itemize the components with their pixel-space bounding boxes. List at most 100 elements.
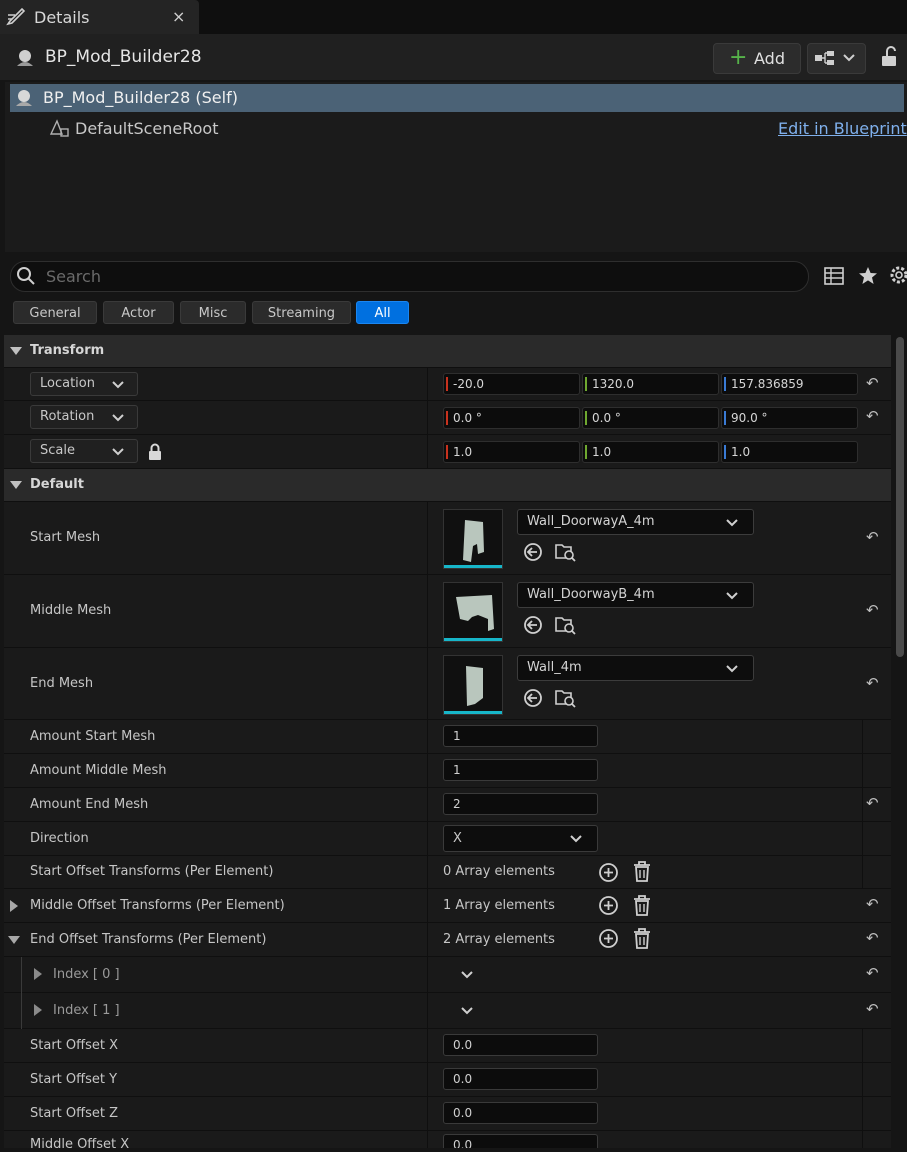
scale-y-field[interactable]: 1.0 xyxy=(582,441,719,463)
rotation-z-field[interactable]: 90.0 ° xyxy=(721,407,858,429)
wall-doorway-b-thumbnail-icon xyxy=(456,595,494,631)
expand-arrow-icon[interactable] xyxy=(34,1004,42,1016)
amount-start-row: Amount Start Mesh 1 xyxy=(4,720,891,754)
index-0-row[interactable]: Index [ 0 ] ↶ xyxy=(4,957,891,993)
category-actor[interactable]: Actor xyxy=(103,301,174,324)
lock-icon[interactable] xyxy=(147,443,163,461)
start-offset-z-field[interactable]: 0.0 xyxy=(443,1102,598,1124)
browse-icon[interactable] xyxy=(523,688,543,708)
end-mesh-dropdown[interactable]: Wall_4m xyxy=(517,655,754,681)
reset-column xyxy=(862,720,892,753)
tree-item-self[interactable]: BP_Mod_Builder28 (Self) xyxy=(10,84,904,112)
location-y-field[interactable]: 1320.0 xyxy=(582,373,719,395)
middle-offsets-row[interactable]: Middle Offset Transforms (Per Element) 1… xyxy=(4,889,891,923)
mesh-thumbnail[interactable] xyxy=(443,509,503,569)
section-transform[interactable]: Transform xyxy=(4,335,891,368)
middle-offset-x-field[interactable]: 0.0 xyxy=(443,1134,598,1148)
details-tab[interactable]: Details × xyxy=(0,0,199,34)
category-general[interactable]: General xyxy=(13,301,97,324)
trash-icon[interactable] xyxy=(633,861,651,882)
index-1-row[interactable]: Index [ 1 ] ↶ xyxy=(4,993,891,1029)
trash-icon[interactable] xyxy=(633,928,651,949)
thumbnail-underline xyxy=(444,638,502,641)
reset-icon[interactable]: ↶ xyxy=(866,929,879,947)
direction-dropdown[interactable]: X xyxy=(443,825,598,852)
rotation-row: Rotation 0.0 ° 0.0 ° 90.0 ° ↶ xyxy=(4,401,891,435)
tree-item-root[interactable]: DefaultSceneRoot xyxy=(75,119,219,138)
scale-dropdown[interactable]: Scale xyxy=(30,439,138,463)
direction-value: X xyxy=(453,831,462,846)
amount-middle-row: Amount Middle Mesh 1 xyxy=(4,754,891,788)
location-x-field[interactable]: -20.0 xyxy=(443,373,580,395)
expand-arrow-icon[interactable] xyxy=(34,968,42,980)
edit-in-blueprint-link[interactable]: Edit in Blueprint xyxy=(778,119,907,138)
reset-icon[interactable]: ↶ xyxy=(866,374,879,392)
add-element-icon[interactable] xyxy=(598,928,619,949)
start-offset-x-field[interactable]: 0.0 xyxy=(443,1034,598,1056)
category-streaming[interactable]: Streaming xyxy=(252,301,351,324)
scale-z-field[interactable]: 1.0 xyxy=(721,441,858,463)
reset-icon[interactable]: ↶ xyxy=(866,528,879,546)
mesh-thumbnail[interactable] xyxy=(443,655,503,715)
trash-icon[interactable] xyxy=(633,895,651,916)
category-all[interactable]: All xyxy=(356,301,409,324)
rotation-y-field[interactable]: 0.0 ° xyxy=(582,407,719,429)
find-in-browser-icon[interactable] xyxy=(555,615,577,635)
reset-icon[interactable]: ↶ xyxy=(866,674,879,692)
find-in-browser-icon[interactable] xyxy=(555,542,577,562)
rotation-x-field[interactable]: 0.0 ° xyxy=(443,407,580,429)
mesh-thumbnail[interactable] xyxy=(443,582,503,642)
add-component-button[interactable]: + Add xyxy=(713,43,801,74)
gear-icon[interactable] xyxy=(888,265,907,286)
actor-icon xyxy=(17,50,33,66)
scale-x-field[interactable]: 1.0 xyxy=(443,441,580,463)
amount-middle-field[interactable]: 1 xyxy=(443,759,598,781)
reset-icon[interactable]: ↶ xyxy=(866,895,879,913)
add-element-icon[interactable] xyxy=(598,895,619,916)
reset-icon[interactable]: ↶ xyxy=(866,407,879,425)
wall-thumbnail-icon xyxy=(466,666,483,706)
start-mesh-dropdown[interactable]: Wall_DoorwayA_4m xyxy=(517,509,754,535)
browse-icon[interactable] xyxy=(523,542,543,562)
value-column xyxy=(427,923,428,956)
middle-mesh-label: Middle Mesh xyxy=(30,603,112,618)
blueprint-options-button[interactable] xyxy=(807,43,866,74)
value-column xyxy=(427,856,428,888)
collapse-arrow-icon[interactable] xyxy=(8,936,20,945)
end-mesh-row: End Mesh Wall_4m ↶ xyxy=(4,648,891,720)
chevron-down-icon[interactable] xyxy=(460,1006,474,1016)
amount-end-field[interactable]: 2 xyxy=(443,793,598,815)
scale-label: Scale xyxy=(40,443,75,458)
reset-icon[interactable]: ↶ xyxy=(866,794,879,812)
search-input[interactable]: Search xyxy=(10,261,809,292)
reset-column xyxy=(862,1097,892,1130)
chevron-down-icon[interactable] xyxy=(460,970,474,980)
browse-icon[interactable] xyxy=(523,615,543,635)
reset-icon[interactable]: ↶ xyxy=(866,964,879,982)
close-icon[interactable]: × xyxy=(172,7,185,26)
table-icon[interactable] xyxy=(824,267,844,285)
star-icon[interactable] xyxy=(858,266,878,285)
location-dropdown[interactable]: Location xyxy=(30,372,138,396)
value-column xyxy=(427,1029,428,1062)
value-column xyxy=(427,368,428,400)
scrollbar[interactable] xyxy=(896,337,904,657)
add-element-icon[interactable] xyxy=(598,862,619,883)
start-mesh-label: Start Mesh xyxy=(30,530,101,545)
reset-icon[interactable]: ↶ xyxy=(866,601,879,619)
reset-icon[interactable]: ↶ xyxy=(866,1000,879,1018)
category-misc[interactable]: Misc xyxy=(180,301,246,324)
unlock-icon[interactable] xyxy=(879,46,899,68)
section-default[interactable]: Default xyxy=(4,469,891,502)
value-column xyxy=(427,1131,428,1148)
location-row: Location -20.0 1320.0 157.836859 ↶ xyxy=(4,368,891,401)
expand-arrow-icon[interactable] xyxy=(10,900,18,912)
amount-start-field[interactable]: 1 xyxy=(443,725,598,747)
start-offset-y-field[interactable]: 0.0 xyxy=(443,1068,598,1090)
rotation-dropdown[interactable]: Rotation xyxy=(30,405,138,429)
middle-mesh-dropdown[interactable]: Wall_DoorwayB_4m xyxy=(517,582,754,608)
find-in-browser-icon[interactable] xyxy=(555,688,577,708)
end-offsets-row[interactable]: End Offset Transforms (Per Element) 2 Ar… xyxy=(4,923,891,957)
location-label: Location xyxy=(40,376,95,391)
location-z-field[interactable]: 157.836859 xyxy=(721,373,858,395)
